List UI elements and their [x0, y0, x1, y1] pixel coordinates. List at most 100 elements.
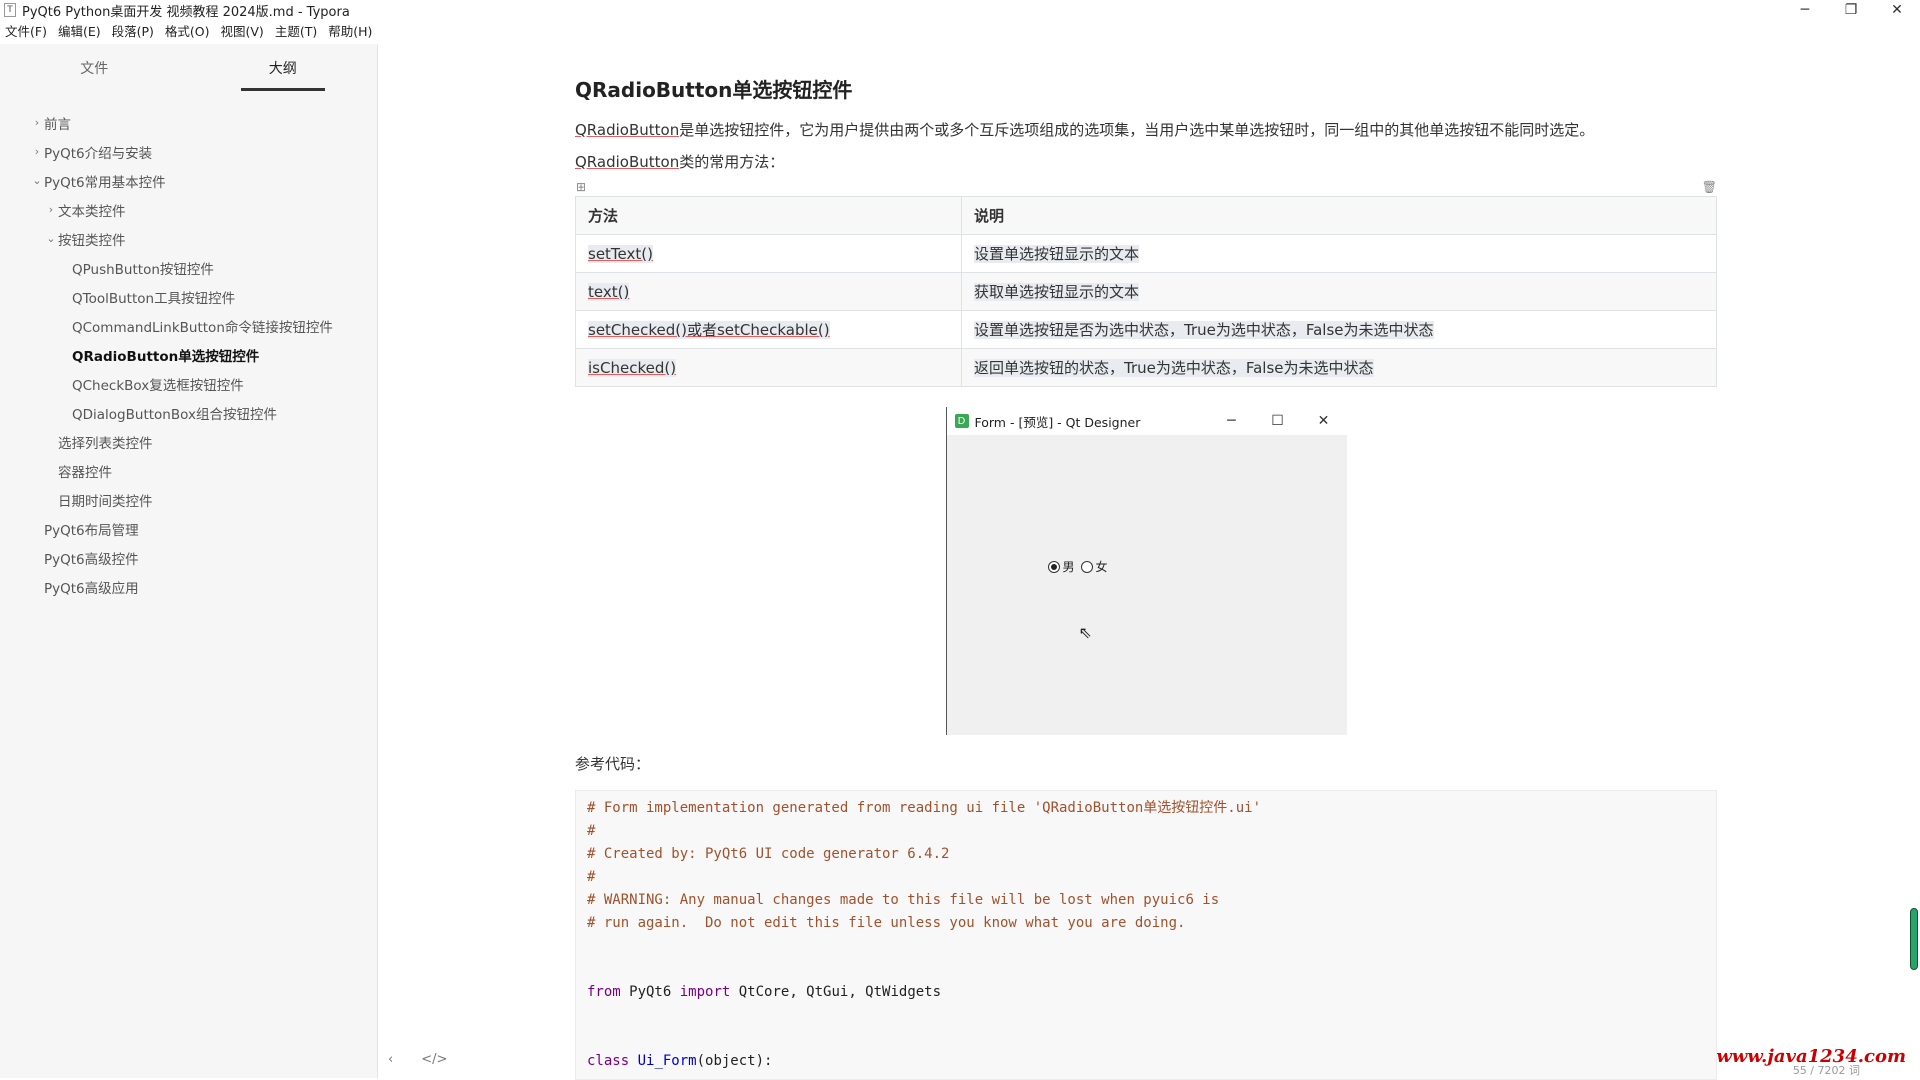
- code-line: #: [587, 866, 1705, 889]
- preview-close-icon: ✕: [1317, 413, 1330, 429]
- outline-item-label: 选择列表类控件: [58, 435, 153, 452]
- preview-maximize-icon: ☐: [1271, 413, 1284, 429]
- table-row: isChecked() 返回单选按钮的状态，True为选中状态，False为未选中…: [575, 348, 1717, 387]
- code-block[interactable]: # Form implementation generated from rea…: [575, 790, 1717, 1080]
- menu-file[interactable]: 文件(F): [0, 22, 53, 42]
- outline-item[interactable]: QDialogButtonBox组合按钮控件: [0, 398, 377, 427]
- methods-term: QRadioButton: [575, 153, 680, 171]
- method-description: 获取单选按钮显示的文本: [974, 283, 1140, 301]
- method-cell[interactable]: text(): [575, 272, 962, 311]
- code-line: class Ui_Form(object):: [587, 1050, 1705, 1073]
- table-body: setText() 设置单选按钮显示的文本 text() 获取单选按钮显示的文本 set…: [575, 234, 1717, 387]
- outline-item-label: 容器控件: [58, 464, 112, 481]
- outline-item-label: 按钮类控件: [58, 232, 126, 249]
- preview-title: Form - [预览] - Qt Designer: [974, 414, 1141, 430]
- outline-item[interactable]: QCommandLinkButton命令链接按钮控件: [0, 311, 377, 340]
- outline-item-label: 日期时间类控件: [58, 493, 153, 510]
- outline-item[interactable]: › 前言: [0, 108, 377, 137]
- menu-view[interactable]: 视图(V): [216, 22, 270, 42]
- description-cell[interactable]: 获取单选按钮显示的文本: [961, 272, 1717, 311]
- outline-item[interactable]: › 文本类控件: [0, 195, 377, 224]
- restore-button[interactable]: ❐: [1828, 0, 1874, 20]
- method-name: setChecked()或者setCheckable(): [588, 321, 830, 339]
- code-label: 参考代码：: [575, 755, 651, 773]
- mouse-cursor-icon: ⇖: [1078, 623, 1092, 642]
- scroll-indicator[interactable]: [1910, 908, 1918, 970]
- chevron-down-icon[interactable]: ⌄: [44, 232, 58, 245]
- chevron-down-icon[interactable]: ⌄: [30, 174, 44, 187]
- outline-item[interactable]: 日期时间类控件: [0, 485, 377, 514]
- delete-table-icon[interactable]: 🗑: [1702, 180, 1717, 194]
- code-keyword: import: [679, 984, 731, 1000]
- menu-paragraph[interactable]: 段落(P): [107, 22, 160, 42]
- radio-group: 男 女: [1047, 558, 1114, 575]
- radio-male-label: 男: [1062, 560, 1075, 574]
- methods-text: 类的常用方法：: [679, 153, 785, 171]
- table-header-description[interactable]: 说明: [961, 196, 1717, 235]
- qt-designer-preview-image: D Form - [预览] - Qt Designer ─ ☐ ✕ 男 女 ⇖: [945, 407, 1347, 735]
- outline-item[interactable]: QToolButton工具按钮控件: [0, 282, 377, 311]
- code-keyword: from: [587, 984, 621, 1000]
- outline-item[interactable]: QPushButton按钮控件: [0, 253, 377, 282]
- outline-item[interactable]: QCheckBox复选框按钮控件: [0, 369, 377, 398]
- outline-item[interactable]: › PyQt6介绍与安装: [0, 137, 377, 166]
- table-grid-icon[interactable]: ⊞: [576, 180, 586, 194]
- code-comment: # WARNING: Any manual changes made to th…: [587, 892, 1220, 908]
- sidebar-tabs: 文件 大纲: [0, 44, 377, 88]
- radio-male: [1047, 560, 1060, 573]
- description-cell[interactable]: 设置单选按钮是否为选中状态，True为选中状态，False为未选中状态: [961, 310, 1717, 349]
- outline-item[interactable]: PyQt6高级应用: [0, 572, 377, 601]
- menu-edit[interactable]: 编辑(E): [53, 22, 107, 42]
- close-button[interactable]: ✕: [1874, 0, 1920, 20]
- code-module: PyQt6: [620, 984, 680, 1000]
- intro-term: QRadioButton: [575, 121, 680, 139]
- methods-table: 方法 说明 setText() 设置单选按钮显示的文本 text() 获取单选按钮显示…: [575, 196, 1717, 387]
- outline-item-label: QCommandLinkButton命令链接按钮控件: [72, 319, 333, 336]
- tab-files[interactable]: 文件: [0, 44, 189, 88]
- method-name: setText(): [588, 244, 653, 263]
- source-code-mode-icon[interactable]: </>: [421, 1052, 447, 1067]
- tab-outline[interactable]: 大纲: [189, 44, 378, 88]
- outline-item[interactable]: 选择列表类控件: [0, 427, 377, 456]
- outline-item[interactable]: QRadioButton单选按钮控件: [0, 340, 377, 369]
- chevron-right-icon[interactable]: ›: [30, 145, 44, 158]
- description-cell[interactable]: 返回单选按钮的状态，True为选中状态，False为未选中状态: [961, 348, 1717, 387]
- outline-item-label: PyQt6高级控件: [44, 551, 139, 568]
- collapse-sidebar-icon[interactable]: ‹: [388, 1052, 393, 1067]
- outline-item[interactable]: ⌄ 按钮类控件: [0, 224, 377, 253]
- outline-item[interactable]: 容器控件: [0, 456, 377, 485]
- code-text: QtCore, QtGui, QtWidgets: [730, 984, 942, 1000]
- window-titlebar: T PyQt6 Python桌面开发 视频教程 2024版.md - Typor…: [0, 0, 1920, 20]
- outline-item-label: QPushButton按钮控件: [72, 261, 214, 278]
- menu-format[interactable]: 格式(O): [160, 22, 216, 42]
- code-line: # WARNING: Any manual changes made to th…: [587, 889, 1705, 912]
- menu-theme[interactable]: 主题(T): [270, 22, 323, 42]
- method-cell[interactable]: setChecked()或者setCheckable(): [575, 310, 962, 349]
- outline-item[interactable]: PyQt6布局管理: [0, 514, 377, 543]
- table-row: setText() 设置单选按钮显示的文本: [575, 234, 1717, 273]
- description-cell[interactable]: 设置单选按钮显示的文本: [961, 234, 1717, 273]
- outline-item[interactable]: PyQt6高级控件: [0, 543, 377, 572]
- table-header-method[interactable]: 方法: [575, 196, 962, 235]
- chevron-right-icon[interactable]: ›: [44, 203, 58, 216]
- minimize-button[interactable]: ─: [1782, 0, 1828, 20]
- section-heading: QRadioButton单选按钮控件: [575, 78, 853, 102]
- document-content: QRadioButton单选按钮控件 QRadioButton是单选按钮控件，它…: [575, 70, 1717, 1080]
- code-class-name: Ui_Form: [629, 1053, 697, 1069]
- code-line: # Form implementation generated from rea…: [587, 797, 1705, 820]
- code-line: #: [587, 820, 1705, 843]
- outline-item-label: QToolButton工具按钮控件: [72, 290, 236, 307]
- typora-app-icon: T: [4, 3, 16, 17]
- outline-tree: › 前言 › PyQt6介绍与安装 ⌄ PyQt6常用基本控件 › 文本类控件 ⌄ 按钮类控件 QP…: [0, 108, 377, 601]
- word-count[interactable]: 55 / 7202 词: [1793, 1062, 1860, 1078]
- outline-item[interactable]: ⌄ PyQt6常用基本控件: [0, 166, 377, 195]
- method-cell[interactable]: isChecked(): [575, 348, 962, 387]
- radio-female-label: 女: [1095, 560, 1108, 574]
- method-cell[interactable]: setText(): [575, 234, 962, 273]
- chevron-right-icon[interactable]: ›: [30, 116, 44, 129]
- menu-help[interactable]: 帮助(H): [323, 22, 378, 42]
- methods-intro: QRadioButton类的常用方法：: [575, 150, 1717, 174]
